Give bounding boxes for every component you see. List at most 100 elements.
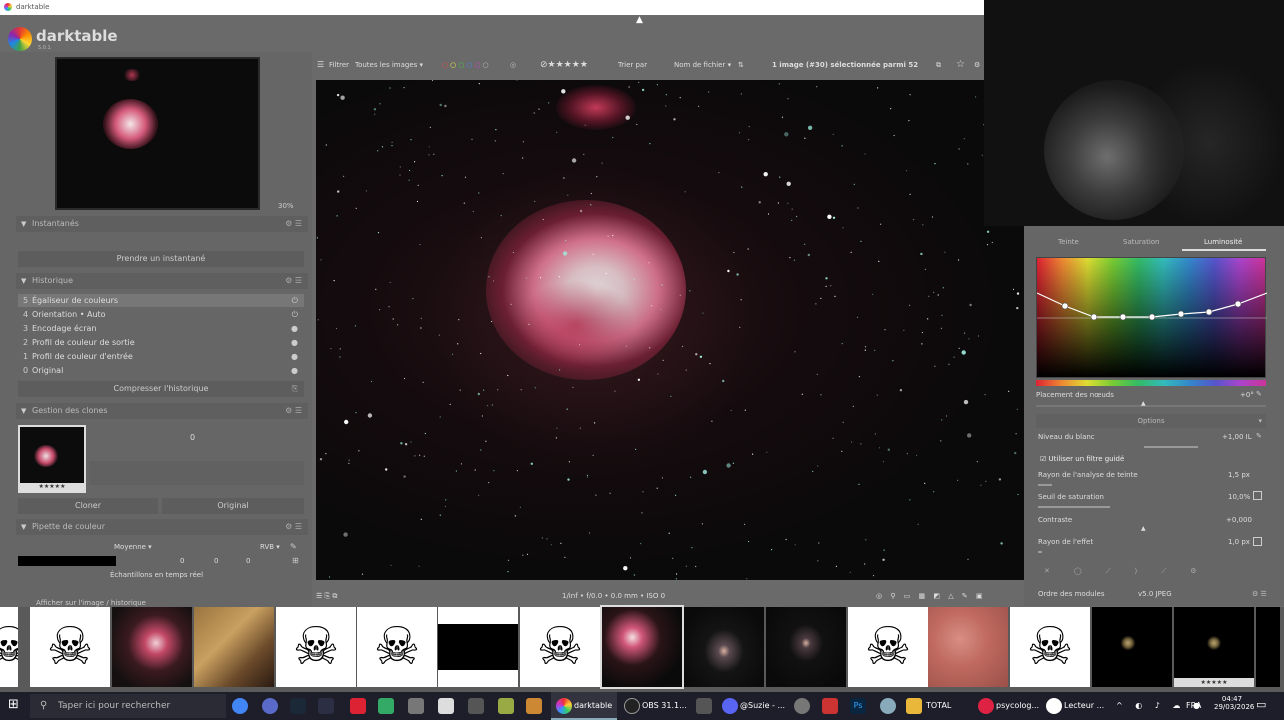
sat-threshold-slider[interactable] — [1038, 506, 1110, 508]
toggle-icon[interactable]: ◎ — [510, 56, 516, 74]
taskbar-app-label[interactable]: @Suzie - ... — [740, 692, 785, 720]
history-item[interactable]: 3 Encodage écran ● — [18, 322, 304, 335]
app-icon[interactable] — [350, 698, 366, 714]
duplicate-thumbnail[interactable]: ★★★★★ — [18, 425, 86, 493]
navigation-zoom[interactable]: 30% — [278, 202, 294, 210]
node-placement-value[interactable]: +0° — [1240, 391, 1254, 399]
app-icon[interactable] — [408, 698, 424, 714]
brightness-curve-graph[interactable] — [1036, 257, 1267, 378]
module-options-icon[interactable]: ⚙ ☰ — [285, 403, 302, 419]
rating-stars[interactable]: ★★★★★ — [20, 483, 84, 491]
filter-select[interactable]: Toutes les images ▾ — [355, 56, 423, 74]
app-icon[interactable] — [880, 698, 896, 714]
filmstrip-thumbnail[interactable] — [1092, 607, 1172, 687]
taskbar-clock[interactable]: 04:47 29/03/2026 — [1214, 695, 1254, 711]
top-panel-toggle-icon[interactable]: ▲ — [636, 15, 643, 25]
filmstrip-thumbnail[interactable]: ☠ — [276, 607, 356, 687]
snapshots-header[interactable]: ▼ Instantanés ⚙ ☰ — [16, 216, 308, 232]
media-player-icon[interactable] — [1046, 698, 1062, 714]
filmstrip-thumbnail[interactable] — [766, 607, 846, 687]
take-snapshot-button[interactable]: Prendre un instantané — [18, 251, 304, 267]
app-icon[interactable] — [318, 698, 334, 714]
window-icon[interactable]: ⧉ — [936, 56, 941, 74]
history-item[interactable]: 2 Profil de couleur de sortie ● — [18, 336, 304, 349]
options-header[interactable]: Options ▾ — [1036, 414, 1266, 428]
white-level-value[interactable]: +1,00 IL — [1222, 433, 1252, 441]
filmstrip-thumbnail[interactable]: ☠ — [520, 607, 600, 687]
rating-filter[interactable]: ⊘★★★★★ — [540, 56, 588, 74]
picker-mode-select[interactable]: Moyenne ▾ — [114, 543, 152, 551]
app-icon[interactable] — [696, 698, 712, 714]
module-toolbar-icons[interactable]: ✕◯⟋⟩⟋⚙ — [1044, 567, 1221, 576]
filmstrip-thumbnail[interactable] — [1256, 607, 1280, 687]
filmstrip-thumbnail[interactable] — [112, 607, 192, 687]
history-item[interactable]: 0 Original ● — [18, 364, 304, 377]
module-order-value[interactable]: v5.0 JPEG — [1138, 590, 1172, 598]
center-image[interactable] — [316, 80, 1024, 580]
history-item[interactable]: 1 Profil de couleur d'entrée ● — [18, 350, 304, 363]
picker-colorspace-select[interactable]: RVB ▾ — [260, 543, 280, 551]
tab-hue[interactable]: Teinte — [1058, 238, 1079, 246]
photoshop-icon[interactable]: Ps — [850, 698, 866, 714]
effect-radius-slider[interactable] — [1038, 551, 1042, 553]
chrome-icon[interactable] — [232, 698, 248, 714]
color-picker-header[interactable]: ▼ Pipette de couleur ⚙ ☰ — [16, 519, 308, 535]
taskbar-app-label[interactable]: darktable — [574, 692, 612, 720]
navigation-preview[interactable] — [55, 57, 260, 210]
add-sample-icon[interactable]: ⊞ — [292, 556, 299, 565]
filmstrip-thumbnail[interactable] — [684, 607, 764, 687]
filmstrip-thumbnail[interactable] — [928, 607, 1008, 687]
module-options-icon[interactable]: ⚙ ☰ — [285, 273, 302, 289]
tab-saturation[interactable]: Saturation — [1123, 238, 1160, 246]
app-icon[interactable] — [498, 698, 514, 714]
history-item[interactable]: 4 Orientation • Auto ⏻ — [18, 308, 304, 321]
effect-radius-value[interactable]: 1,0 px — [1228, 538, 1250, 546]
color-picker-icon[interactable]: ✎ — [290, 542, 297, 551]
browser-icon[interactable] — [262, 698, 278, 714]
white-level-slider[interactable] — [1144, 446, 1198, 448]
app-icon[interactable] — [468, 698, 484, 714]
folder-icon[interactable] — [906, 698, 922, 714]
filmstrip-thumbnail[interactable]: ☠ — [848, 607, 928, 687]
gear-icon[interactable]: ⚙ — [974, 56, 980, 74]
display-on-image-label[interactable]: Afficher sur l'image / historique — [36, 599, 146, 607]
module-options-icon[interactable]: ⚙ ☰ — [285, 519, 302, 535]
taskbar-search-input[interactable]: ⚲ Taper ici pour rechercher — [30, 694, 226, 718]
guided-filter-checkbox[interactable]: ☑ Utiliser un filtre guidé — [1040, 455, 1124, 463]
app-icon[interactable] — [438, 698, 454, 714]
module-options-icon[interactable]: ⚙ ☰ — [1252, 590, 1267, 598]
filmstrip-thumbnail[interactable] — [438, 607, 518, 687]
filmstrip-thumbnail[interactable]: ☠ — [357, 607, 437, 687]
taskbar-app-label[interactable]: Lecteur ... — [1064, 692, 1104, 720]
filmstrip-thumbnail[interactable]: ★★★★★ — [1174, 607, 1254, 687]
radius-slider[interactable] — [1038, 484, 1052, 486]
filmstrip-thumbnail[interactable]: ☠ — [1010, 607, 1090, 687]
color-label-filter[interactable]: ○○○○○○ — [442, 56, 491, 74]
taskbar-app-label[interactable]: psycolog... — [996, 692, 1039, 720]
sort-order-icon[interactable]: ⇅ — [738, 56, 744, 74]
filmstrip-thumbnail-selected[interactable] — [600, 605, 684, 689]
history-header[interactable]: ▼ Historique ⚙ ☰ — [16, 273, 308, 289]
browser-icon[interactable] — [978, 698, 994, 714]
copy-icon[interactable]: ⎘ — [292, 381, 298, 397]
contrast-value[interactable]: +0,000 — [1226, 516, 1252, 524]
menu-icon[interactable]: ☰ — [317, 56, 324, 74]
input-language[interactable]: FRA — [1186, 692, 1201, 720]
toggle-checkbox[interactable] — [1253, 491, 1262, 500]
app-icon[interactable] — [378, 698, 394, 714]
compress-history-button[interactable]: Compresser l'historique ⎘ — [18, 381, 304, 397]
app-icon[interactable] — [794, 698, 810, 714]
picker-icon[interactable]: ✎ — [1256, 432, 1262, 440]
filmstrip-thumbnail[interactable]: ☠ — [30, 607, 110, 687]
windows-start-icon[interactable]: ⊞ — [8, 697, 19, 712]
toggle-checkbox[interactable] — [1253, 537, 1262, 546]
sat-threshold-value[interactable]: 10,0% — [1228, 493, 1250, 501]
obs-icon[interactable] — [624, 698, 640, 714]
steam-icon[interactable] — [290, 698, 306, 714]
clone-button[interactable]: Cloner — [18, 498, 158, 514]
tab-brightness[interactable]: Luminosité — [1182, 238, 1266, 251]
sort-select[interactable]: Nom de fichier ▾ — [674, 56, 731, 74]
filmstrip-thumbnail[interactable] — [194, 607, 274, 687]
toolbar-icons[interactable]: ☰ ⎘ ⧉ — [316, 586, 337, 606]
taskbar-app-label[interactable]: OBS 31.1... — [642, 692, 687, 720]
